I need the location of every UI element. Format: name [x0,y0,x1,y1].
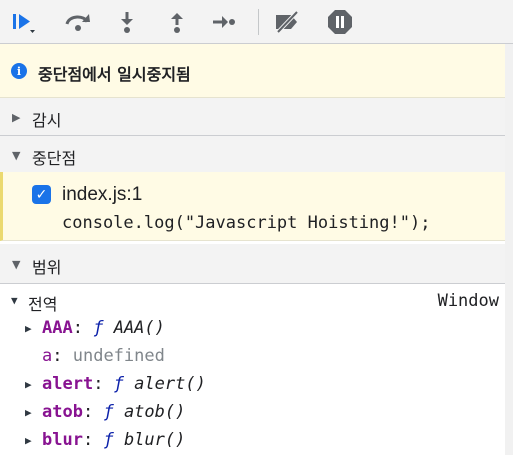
deactivate-breakpoints-icon [276,10,299,34]
property: blur: ƒ blur() [42,430,186,450]
global-scope-value: Window [437,291,499,311]
deactivate-breakpoints-button[interactable] [273,8,303,36]
expand-triangle-icon: ▶ [25,378,32,391]
watch-label: 감시 [32,111,62,130]
step-out-button[interactable] [162,8,192,36]
info-icon: i [11,63,27,79]
expand-triangle-icon: ▶ [25,322,32,335]
breakpoint-code: console.log("Javascript Hoisting!"); [62,213,431,233]
paused-banner: i 중단점에서 일시중지됨 [0,44,505,98]
step-button[interactable] [209,8,239,36]
breakpoint-checkbox[interactable]: ✓ [32,185,51,204]
collapse-triangle-icon: ▼ [12,149,21,162]
breakpoints-label: 중단점 [32,149,77,168]
pause-on-exceptions-icon [328,10,352,34]
scope-property-row[interactable]: ▶ blur: ƒ blur() [0,427,505,455]
resume-button[interactable] [8,8,38,36]
global-scope-row[interactable]: ▼ 전역 Window [0,287,505,315]
scope-section-header[interactable]: ▼ 범위 [0,244,505,284]
property: alert: ƒ alert() [42,374,206,394]
scope-property-row[interactable]: ▶ alert: ƒ alert() [0,371,505,399]
expand-triangle-icon: ▶ [25,406,32,419]
pause-on-exceptions-button[interactable] [325,8,355,36]
step-out-icon [171,13,183,33]
step-over-icon [65,14,90,31]
scope-property-row[interactable]: ▶ AAA: ƒ AAA() [0,315,505,343]
toolbar-separator [258,9,259,35]
step-icon [213,16,235,28]
scope-property-row[interactable]: a: undefined [0,343,505,371]
expand-triangle-icon: ▶ [25,434,32,447]
step-into-button[interactable] [112,8,142,36]
property: atob: ƒ atob() [42,402,186,422]
scope-label: 범위 [32,258,62,277]
breakpoint-item[interactable]: ✓ index.js:1 console.log("Javascript Hoi… [0,172,505,241]
property: AAA: ƒ AAA() [42,318,165,338]
breakpoints-section-header[interactable]: ▼ 중단점 [0,136,505,174]
scope-property-row[interactable]: ▶ atob: ƒ atob() [0,399,505,427]
expand-triangle-icon: ▶ [12,111,21,124]
scrollbar[interactable] [505,44,513,455]
resume-icon [13,14,35,33]
step-into-icon [121,12,133,33]
step-over-button[interactable] [63,8,93,36]
watch-section-header[interactable]: ▶ 감시 [0,98,505,136]
collapse-triangle-icon: ▼ [12,258,21,271]
debugger-toolbar [0,0,513,44]
paused-message: 중단점에서 일시중지됨 [38,65,191,84]
breakpoint-location: index.js:1 [62,184,143,205]
global-scope-label: 전역 [28,295,58,314]
property: a: undefined [42,346,165,366]
collapse-triangle-icon: ▼ [11,294,18,307]
